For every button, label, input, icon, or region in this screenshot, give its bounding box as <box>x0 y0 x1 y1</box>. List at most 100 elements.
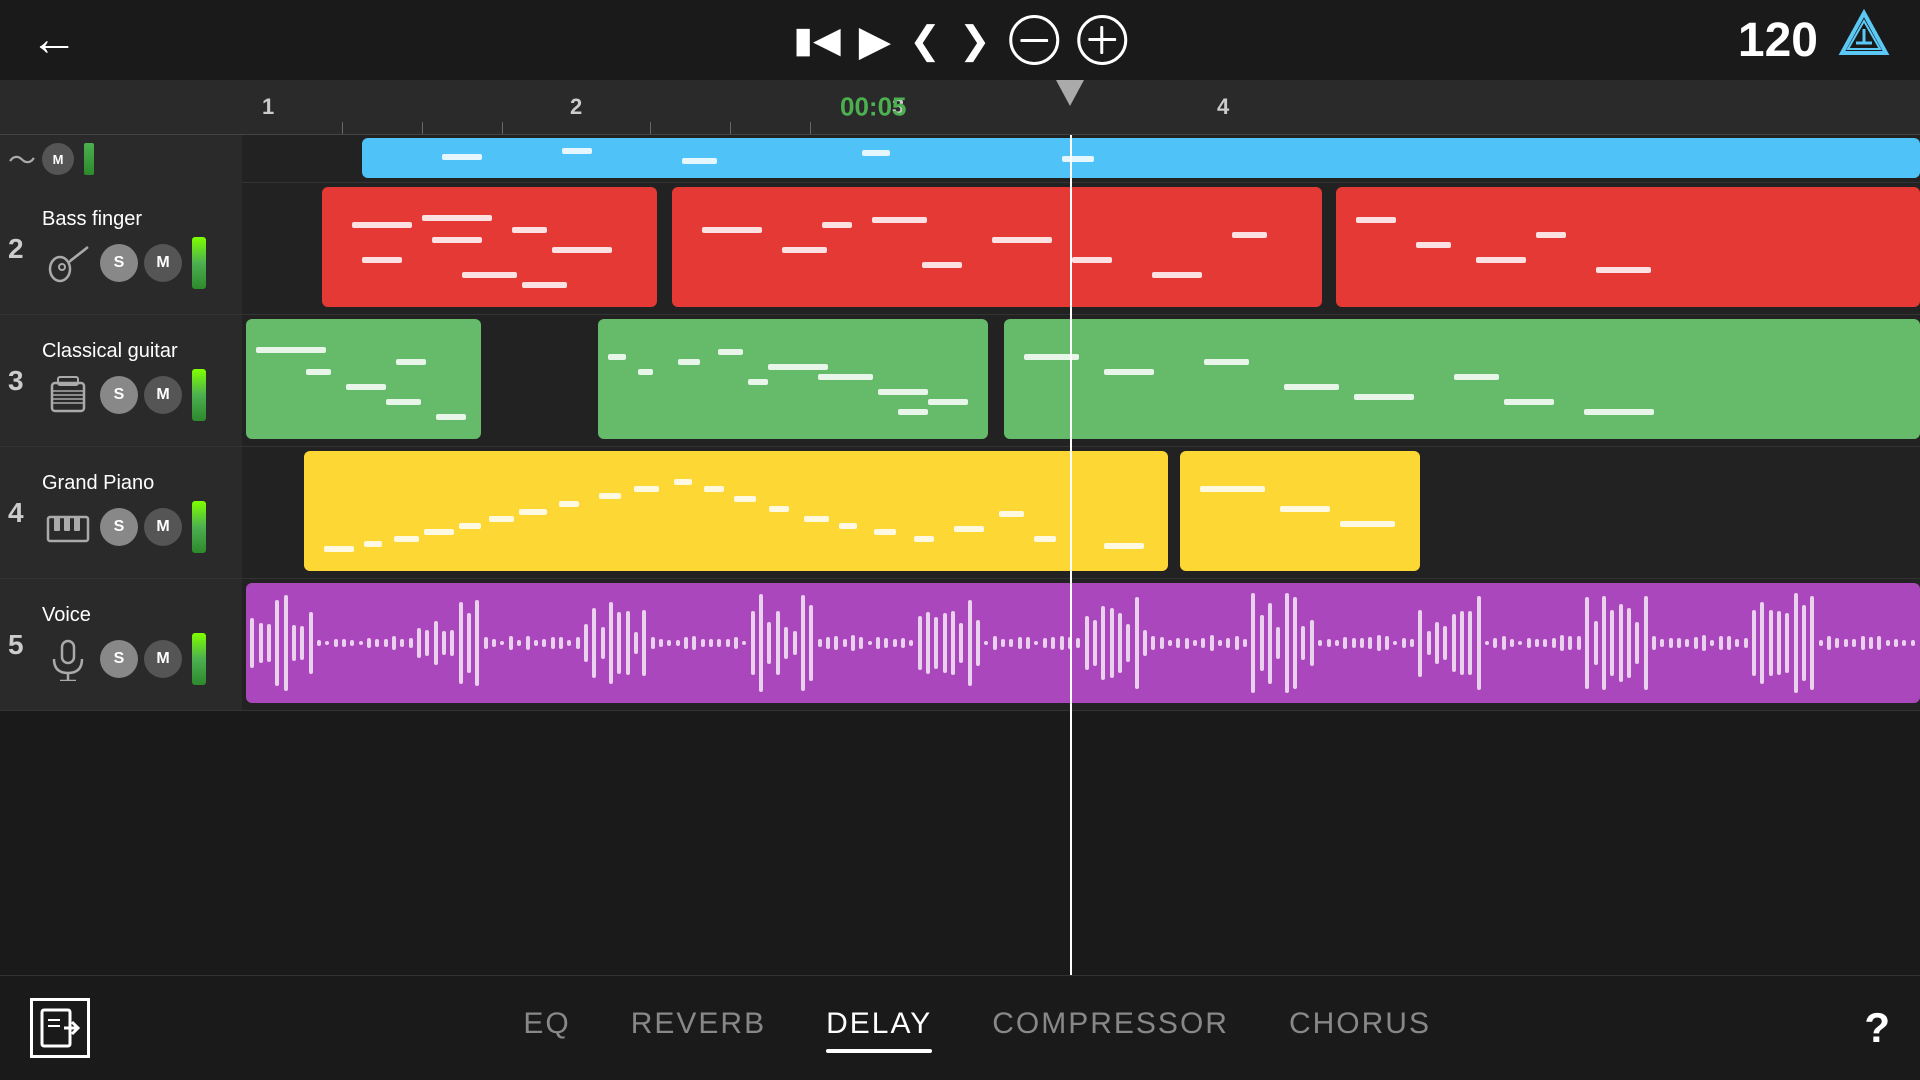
wave-bar <box>1268 603 1272 684</box>
wave-bar <box>1635 622 1639 665</box>
wave-bar <box>1093 620 1097 666</box>
wave-bar <box>759 594 763 692</box>
wave-bar <box>325 641 329 646</box>
wave-bar <box>968 600 972 687</box>
timeline-ruler[interactable]: 1 2 3 4 00:05 <box>242 80 1920 134</box>
top-bar: ← ▮◀ ▶ ❮ ❯ 120 <box>0 0 1920 80</box>
wave-bar <box>275 600 279 687</box>
zoom-out-button[interactable] <box>1009 15 1059 65</box>
play-button[interactable]: ▶ <box>859 16 891 65</box>
wave-bar <box>926 612 930 674</box>
track1-clip[interactable] <box>362 138 1920 178</box>
tracks-area: 〜 M 2 Bass finger <box>0 135 1920 975</box>
wave-bar <box>1385 636 1389 651</box>
tab-eq[interactable]: EQ <box>523 1007 570 1049</box>
track5-m-button[interactable]: M <box>144 640 182 678</box>
track4-m-button[interactable]: M <box>144 508 182 546</box>
track2-clip1[interactable] <box>322 187 657 307</box>
tab-chorus[interactable]: CHORUS <box>1289 1007 1431 1049</box>
track4-clip1[interactable] <box>304 451 1168 571</box>
wave-bar <box>1760 602 1764 684</box>
bottom-bar: EQ REVERB DELAY COMPRESSOR CHORUS ? <box>0 975 1920 1080</box>
wave-bar <box>417 628 421 659</box>
track5-s-button[interactable]: S <box>100 640 138 678</box>
track-row-4: 4 Grand Piano S M <box>0 447 1920 579</box>
track2-m-button[interactable]: M <box>144 244 182 282</box>
wave-bar <box>392 636 396 650</box>
track4-clip2[interactable] <box>1180 451 1420 571</box>
track2-clip2[interactable] <box>672 187 1322 307</box>
track1-m-button[interactable]: M <box>42 143 74 175</box>
next-button[interactable]: ❯ <box>959 18 991 63</box>
track3-m-button[interactable]: M <box>144 376 182 414</box>
wave-bar <box>1151 636 1155 651</box>
wave-bar <box>1777 611 1781 674</box>
track5-clip[interactable] <box>246 583 1920 703</box>
track2-s-button[interactable]: S <box>100 244 138 282</box>
wave-bar <box>1502 636 1506 651</box>
wave-bar <box>1427 631 1431 656</box>
tab-compressor[interactable]: COMPRESSOR <box>992 1007 1229 1049</box>
track4-content[interactable] <box>242 447 1920 578</box>
wave-bar <box>626 611 630 675</box>
wave-bar <box>1518 641 1522 645</box>
wave-bar <box>951 611 955 674</box>
wave-bar <box>1318 640 1322 647</box>
rewind-button[interactable]: ▮◀ <box>793 19 841 61</box>
track3-s-button[interactable]: S <box>100 376 138 414</box>
wave-bar <box>1485 641 1489 645</box>
track4-volume <box>192 501 206 553</box>
wave-bar <box>684 637 688 648</box>
wave-bar <box>1861 636 1865 650</box>
wave-bar <box>1327 639 1331 647</box>
bpm-display: 120 <box>1738 13 1818 68</box>
wave-bar <box>1710 640 1714 645</box>
wave-bar <box>409 638 413 647</box>
wave-bar <box>1543 639 1547 646</box>
wave-bar <box>1727 636 1731 650</box>
wave-bar <box>1719 636 1723 651</box>
voice-waveform <box>246 583 1920 703</box>
wave-bar <box>1018 637 1022 648</box>
wave-bar <box>993 636 997 650</box>
wave-bar <box>434 621 438 665</box>
file-import-button[interactable] <box>30 998 90 1058</box>
tab-delay[interactable]: DELAY <box>826 1007 932 1049</box>
wave-bar <box>1827 636 1831 650</box>
tab-reverb[interactable]: REVERB <box>631 1007 766 1049</box>
wave-bar <box>859 637 863 650</box>
track1-content[interactable] <box>242 135 1920 182</box>
track3-clip1[interactable] <box>246 319 481 439</box>
wave-bar <box>1285 593 1289 692</box>
wave-bar <box>1477 596 1481 690</box>
track-number-5: 5 <box>8 629 24 661</box>
wave-bar <box>592 608 596 678</box>
wave-bar <box>1060 636 1064 650</box>
track2-content[interactable] <box>242 183 1920 314</box>
wave-bar <box>1735 639 1739 646</box>
help-button[interactable]: ? <box>1864 1004 1890 1052</box>
track3-clip3[interactable] <box>1004 319 1920 439</box>
track3-clip2[interactable] <box>598 319 988 439</box>
wave-bar <box>484 637 488 649</box>
track2-clip3[interactable] <box>1336 187 1920 307</box>
prev-button[interactable]: ❮ <box>909 18 941 63</box>
wave-bar <box>450 630 454 656</box>
wave-bar <box>1243 639 1247 647</box>
zoom-in-button[interactable] <box>1077 15 1127 65</box>
wave-bar <box>300 626 304 660</box>
track4-s-button[interactable]: S <box>100 508 138 546</box>
track3-content[interactable] <box>242 315 1920 446</box>
track2-volume <box>192 237 206 289</box>
wave-bar <box>1335 640 1339 645</box>
wave-bar <box>367 638 371 648</box>
wave-bar <box>1310 620 1314 666</box>
wave-bar <box>701 639 705 648</box>
wave-bar <box>1869 637 1873 649</box>
wave-bar <box>901 638 905 648</box>
back-button[interactable]: ← <box>30 16 78 64</box>
wave-bar <box>843 639 847 648</box>
track5-content[interactable] <box>242 579 1920 710</box>
track-row-1: 〜 M <box>0 135 1920 183</box>
wave-bar <box>1911 640 1915 645</box>
